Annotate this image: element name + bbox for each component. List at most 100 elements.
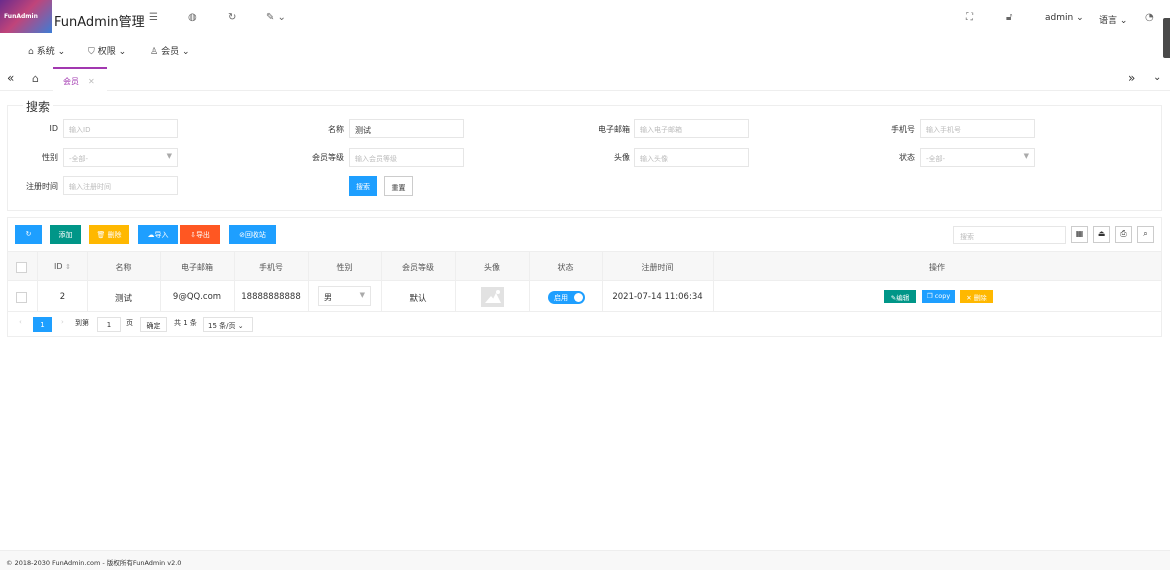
tab-scroll-left-icon[interactable]: « [7,71,14,85]
tab-options-icon[interactable]: ⌄ [1153,72,1161,83]
theme-icon[interactable]: ◔ [1145,12,1154,23]
cell-created: 2021-07-14 11:06:34 [612,292,703,302]
name-input[interactable]: 测试 [349,119,464,138]
select-all-checkbox[interactable] [16,262,27,273]
pager-prev-icon[interactable]: ‹ [19,318,22,326]
pager-goto-label: 到第 [75,319,89,327]
footer: © 2018-2030 FunAdmin.com - 版权所有FunAdmin … [0,550,1170,570]
created-input[interactable]: 输入注册时间 [63,176,178,195]
pager-next-icon[interactable]: › [61,318,64,326]
brand-title: FunAdmin管理 [54,15,145,30]
fullscreen-icon[interactable]: ⛶ [966,12,973,23]
copy-button[interactable]: ❐ copy [922,290,955,303]
pager-page-input[interactable]: 1 [97,317,121,332]
close-icon[interactable]: ✕ [88,77,95,86]
print-icon[interactable]: ⎙ [1115,226,1132,243]
refresh-icon: ↻ [25,230,32,238]
recycle-label: 回收站 [244,231,266,239]
sort-icon[interactable]: ⇕ [65,263,71,271]
tab-member[interactable]: 会员 ✕ [53,67,107,91]
menu-item-permission[interactable]: ⛉ 权限 ⌄ [88,44,126,57]
sex-select[interactable]: -全部- ▼ [63,148,178,167]
column-divider [160,251,161,312]
delete-button[interactable]: 🗑︎ 删除 [89,225,129,244]
chevron-down-icon: ▼ [359,291,365,299]
tab-scroll-right-icon[interactable]: » [1128,71,1135,85]
cell-sex-select[interactable]: 男 ▼ [318,286,371,306]
language-menu[interactable]: 语言 ⌄ [1099,13,1127,26]
import-button[interactable]: ☁导入 [138,225,178,244]
email-input[interactable]: 输入电子邮箱 [634,119,749,138]
shield-icon: ⛉ [88,47,95,57]
trash-icon: 🗑︎ [96,231,106,239]
cell-email: 9@QQ.com [172,292,222,302]
export-button[interactable]: ⇩导出 [180,225,220,244]
user-name: admin [1045,13,1074,23]
pager-size-select[interactable]: 15 条/页 ⌄ [203,317,253,332]
import-label: 导入 [154,231,169,239]
column-divider [37,251,38,312]
table-search-input[interactable]: 搜索 [953,226,1066,244]
status-select[interactable]: -全部- ▼ [920,148,1035,167]
columns-icon[interactable]: ▦ [1071,226,1088,243]
cell-sex-value: 男 [324,293,332,302]
column-header-level: 会员等级 [402,263,434,272]
column-header-id[interactable]: ID ⇕ [40,262,85,271]
column-header-created: 注册时间 [641,263,674,272]
export-label: 导出 [195,231,210,239]
column-divider [308,251,309,312]
mobile-input[interactable]: 输入手机号 [920,119,1035,138]
recycle-button[interactable]: ⊘回收站 [229,225,276,244]
toggle-knob [574,293,583,302]
language-label: 语言 [1099,16,1118,26]
search-icon[interactable]: ⌕ [1137,226,1154,243]
lock-icon[interactable]: 🔓︎ [1006,12,1012,23]
export-table-icon[interactable]: ⏏ [1093,226,1110,243]
cell-id: 2 [59,292,66,302]
column-divider [602,251,603,312]
level-input[interactable]: 输入会员等级 [349,148,464,167]
menu-item-member[interactable]: ♙ 会员 ⌄ [150,44,190,57]
user-menu[interactable]: admin ⌄ [1045,13,1084,23]
tab-home-icon[interactable]: ⌂ [32,72,39,85]
copy-label: copy [934,292,951,300]
avatar-label: 头像 [614,153,630,162]
row-delete-button[interactable]: ✕ 删除 [960,290,993,303]
menu-item-system[interactable]: ⌂ 系统 ⌄ [28,44,65,57]
user-icon: ♙ [150,47,159,57]
status-toggle[interactable]: 启用 [548,291,585,304]
status-toggle-label: 启用 [554,294,568,302]
id-input[interactable]: 输入ID [63,119,178,138]
id-label: ID [49,124,58,133]
trash-icon: ✕ [966,294,972,302]
edit-button[interactable]: ✎编辑 [884,290,916,303]
row-checkbox[interactable] [16,292,27,303]
search-button[interactable]: 搜索 [349,176,377,196]
home-icon: ⌂ [28,47,34,57]
menu-label: 系统 [36,47,55,57]
pager-confirm-button[interactable]: 确定 [140,317,167,332]
status-label: 状态 [899,153,915,162]
column-divider [529,251,530,312]
side-panel-handle[interactable] [1163,18,1170,58]
refresh-icon[interactable]: ↻ [228,12,236,23]
brush-icon[interactable]: ✎ ⌄ [266,12,286,23]
reset-button[interactable]: 重置 [384,176,413,196]
logo-text: FunAdmin [4,13,38,20]
email-label: 电子邮箱 [598,125,630,134]
pager-current-page[interactable]: 1 [33,317,52,332]
avatar-image-placeholder[interactable] [481,287,504,307]
chevron-down-icon: ▼ [1023,152,1029,160]
status-select-value: -全部- [926,155,946,163]
column-header-avatar: 头像 [484,263,500,272]
name-label: 名称 [328,125,344,134]
globe-icon[interactable]: ◍ [188,12,197,23]
avatar-input[interactable]: 输入头像 [634,148,749,167]
mobile-label: 手机号 [891,125,915,134]
refresh-button[interactable]: ↻ [15,225,42,244]
cell-name: 测试 [114,294,132,304]
add-button[interactable]: 添加 [50,225,81,244]
column-divider [234,251,235,312]
menu-fold-icon[interactable]: ☰ [149,12,158,23]
chevron-down-icon: ▼ [166,152,172,160]
